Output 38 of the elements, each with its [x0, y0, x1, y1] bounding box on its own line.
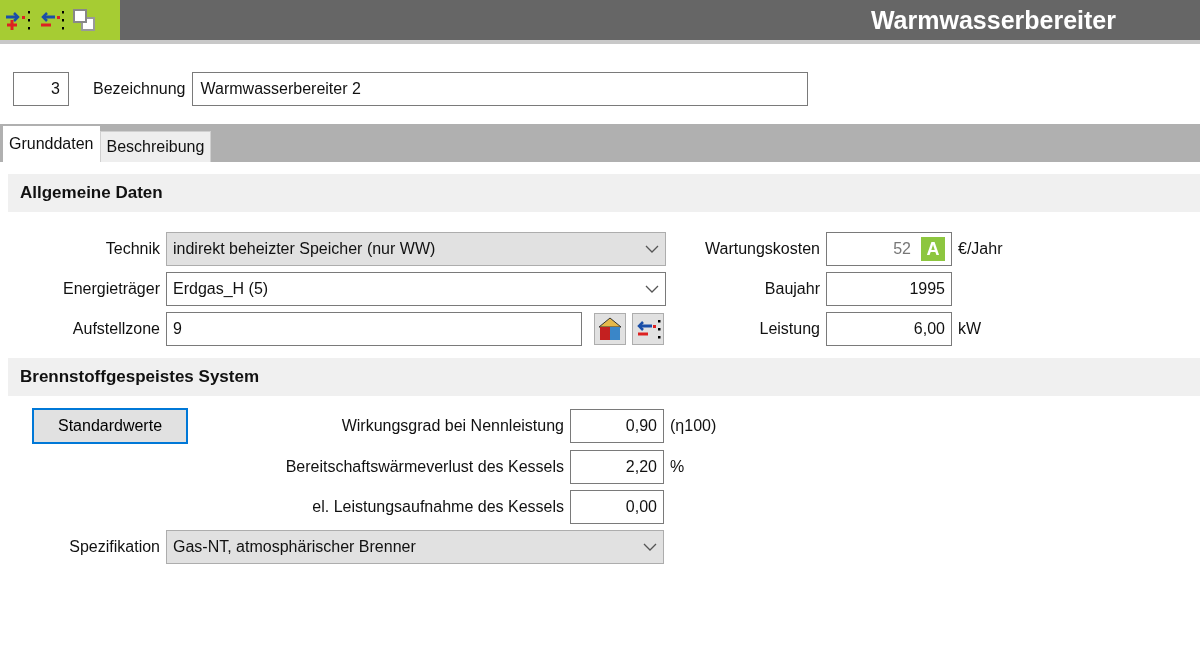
input-field[interactable]: 6,00: [826, 312, 952, 346]
zone-field[interactable]: 9: [166, 312, 582, 346]
unit-label: %: [669, 458, 686, 476]
name-field[interactable]: Warmwasserbereiter 2: [191, 72, 808, 106]
field-label: Wirkungsgrad bei Nennleistung: [340, 417, 565, 435]
field-label: el. Leistungsaufnahme des Kessels: [311, 498, 565, 516]
tab[interactable]: Beschreibung: [99, 131, 212, 162]
section-header: Allgemeine Daten: [8, 174, 1200, 212]
field-label: Wartungskosten: [704, 240, 821, 258]
dropdown[interactable]: Erdgas_H (5): [166, 272, 666, 306]
input-field[interactable]: 0,00: [570, 490, 664, 524]
defaults-button[interactable]: Standardwerte: [32, 408, 188, 444]
field-label: Leistung: [758, 320, 821, 338]
input-field[interactable]: 52 A: [826, 232, 952, 266]
unit-label: kW: [957, 320, 983, 338]
unit-label: €/Jahr: [957, 240, 1003, 258]
field-label: Energieträger: [62, 280, 161, 298]
field-label: Spezifikation: [68, 538, 161, 556]
field-label: Bereitschaftswärmeverlust des Kessels: [284, 458, 565, 476]
field-label: Technik: [104, 240, 161, 258]
tab[interactable]: Grunddaten: [3, 126, 100, 162]
chevron-down-icon: [643, 543, 657, 551]
field-label: Bezeichnung: [93, 80, 186, 98]
chevron-down-icon: [645, 245, 659, 253]
input-field[interactable]: 0,90: [570, 409, 664, 443]
link-button[interactable]: [632, 313, 664, 345]
zone-button[interactable]: [594, 313, 626, 345]
number-field[interactable]: 3: [13, 72, 69, 106]
field-label: Baujahr: [763, 280, 821, 298]
chevron-down-icon: [645, 285, 659, 293]
field-label: Aufstellzone: [71, 320, 161, 338]
copy-icon[interactable]: [72, 8, 96, 32]
unit-label: (η100): [669, 417, 718, 435]
section-header: Brennstoffgespeistes System: [8, 358, 1200, 396]
window-title: Warmwasserbereiter: [870, 5, 1116, 35]
input-field[interactable]: 2,20: [570, 450, 664, 484]
input-field[interactable]: 1995: [826, 272, 952, 306]
auto-badge: A: [921, 237, 945, 261]
